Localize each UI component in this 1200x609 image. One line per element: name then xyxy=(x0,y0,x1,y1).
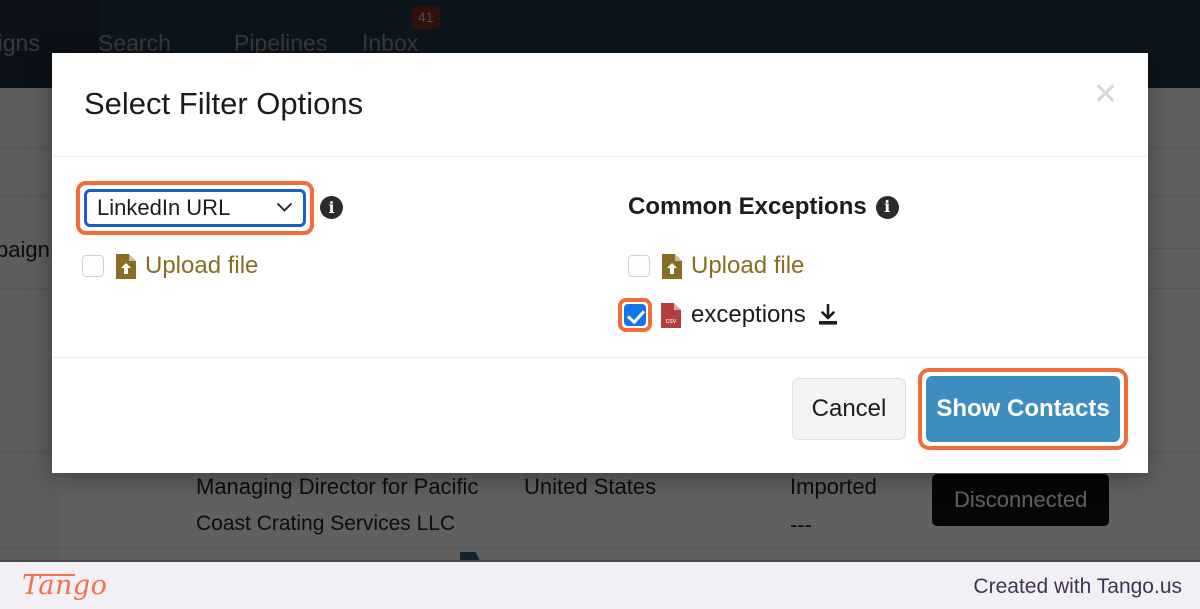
background-row-source-sub: --- xyxy=(790,512,812,537)
background-row-source: Imported xyxy=(790,474,877,499)
right-upload-file-label: Upload file xyxy=(691,252,805,279)
background-row-country: United States xyxy=(524,474,657,499)
download-icon[interactable] xyxy=(817,303,839,326)
close-icon[interactable]: ✕ xyxy=(1093,80,1118,110)
background-sidebar-strip xyxy=(0,88,58,560)
background-divider xyxy=(0,548,1200,549)
dialog-header: Select Filter Options ✕ xyxy=(52,53,1148,157)
svg-text:csv: csv xyxy=(666,318,677,325)
filter-field-highlight: LinkedIn URL xyxy=(76,181,314,235)
filter-field-selected-value: LinkedIn URL xyxy=(97,195,231,220)
background-row-title-line1: Managing Director for Pacific xyxy=(196,474,479,499)
background-status-badge: Disconnected xyxy=(932,474,1110,526)
dialog-title: Select Filter Options xyxy=(84,86,364,121)
exceptions-file-row[interactable]: csv exceptions xyxy=(618,298,839,332)
dialog-body: LinkedIn URL i Upload file Common Except… xyxy=(52,157,1148,358)
exceptions-checkbox-highlight xyxy=(618,298,652,332)
show-contacts-highlight: Show Contacts xyxy=(918,368,1128,450)
left-upload-file-checkbox[interactable] xyxy=(82,255,104,277)
common-exceptions-heading-label: Common Exceptions xyxy=(628,193,867,220)
exceptions-checkbox[interactable] xyxy=(624,304,646,326)
filter-field-info-icon[interactable]: i xyxy=(320,196,343,219)
filter-field-select[interactable]: LinkedIn URL xyxy=(84,189,306,227)
right-upload-file-row[interactable]: Upload file xyxy=(628,252,804,280)
exceptions-file-label: exceptions xyxy=(691,301,806,328)
show-contacts-button[interactable]: Show Contacts xyxy=(926,376,1120,442)
file-upload-icon xyxy=(661,253,683,280)
tango-footer-bar: Tango Created with Tango.us xyxy=(0,560,1200,609)
tango-logo: Tango xyxy=(22,570,108,601)
cancel-button[interactable]: Cancel xyxy=(792,378,906,440)
nav-item-campaigns-label: paigns xyxy=(0,30,40,56)
chevron-down-icon xyxy=(277,203,292,212)
screen-root: paign Managing Director for Pacific Coas… xyxy=(0,0,1200,609)
dialog-footer: Cancel Show Contacts xyxy=(52,358,1148,472)
csv-file-icon: csv xyxy=(660,302,682,329)
common-exceptions-heading: Common Exceptions i xyxy=(628,193,899,221)
file-upload-icon xyxy=(115,253,137,280)
common-exceptions-info-icon[interactable]: i xyxy=(875,195,899,219)
tango-credit-text: Created with Tango.us xyxy=(973,575,1182,598)
left-upload-file-row[interactable]: Upload file xyxy=(82,252,258,280)
background-row-title-line2: Coast Crating Services LLC xyxy=(196,512,456,535)
left-upload-file-label: Upload file xyxy=(145,252,259,279)
background-sidebar-label: paign xyxy=(0,237,50,262)
right-upload-file-checkbox[interactable] xyxy=(628,255,650,277)
inbox-unread-badge: 41 xyxy=(412,6,440,29)
select-filter-options-dialog: Select Filter Options ✕ LinkedIn URL i U… xyxy=(52,53,1148,473)
